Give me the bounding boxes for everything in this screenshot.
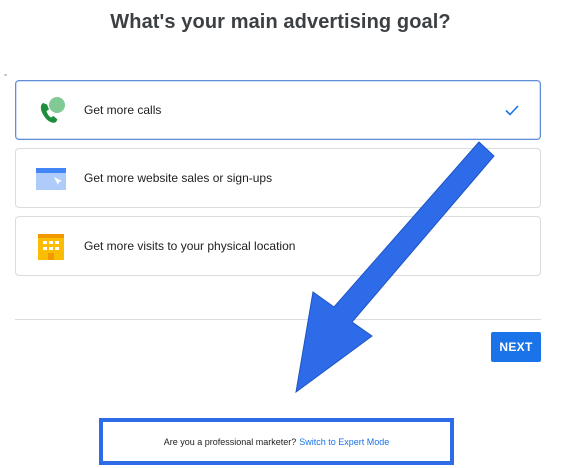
goal-option-physical-visits[interactable]: Get more visits to your physical locatio… [15,216,541,276]
goal-option-label: Get more visits to your physical locatio… [84,239,296,253]
page-title: What's your main advertising goal? [110,11,451,33]
divider [15,319,541,320]
edge-artifact [4,74,7,76]
footer-prompt: Are you a professional marketer? [163,436,297,447]
goal-option-label: Get more calls [84,103,162,117]
browser-window-icon [36,168,66,190]
expert-mode-callout: Are you a professional marketer? Switch … [99,418,454,465]
phone-chat-icon [40,97,65,123]
checkmark-icon [505,105,519,116]
goal-option-label: Get more website sales or sign-ups [84,171,273,185]
next-button[interactable]: NEXT [491,332,541,362]
switch-to-expert-mode-link[interactable]: Switch to Expert Mode [299,437,389,447]
goal-option-website-sales[interactable]: Get more website sales or sign-ups [15,148,541,208]
storefront-icon [38,234,64,260]
goal-option-calls[interactable]: Get more calls [15,80,541,140]
